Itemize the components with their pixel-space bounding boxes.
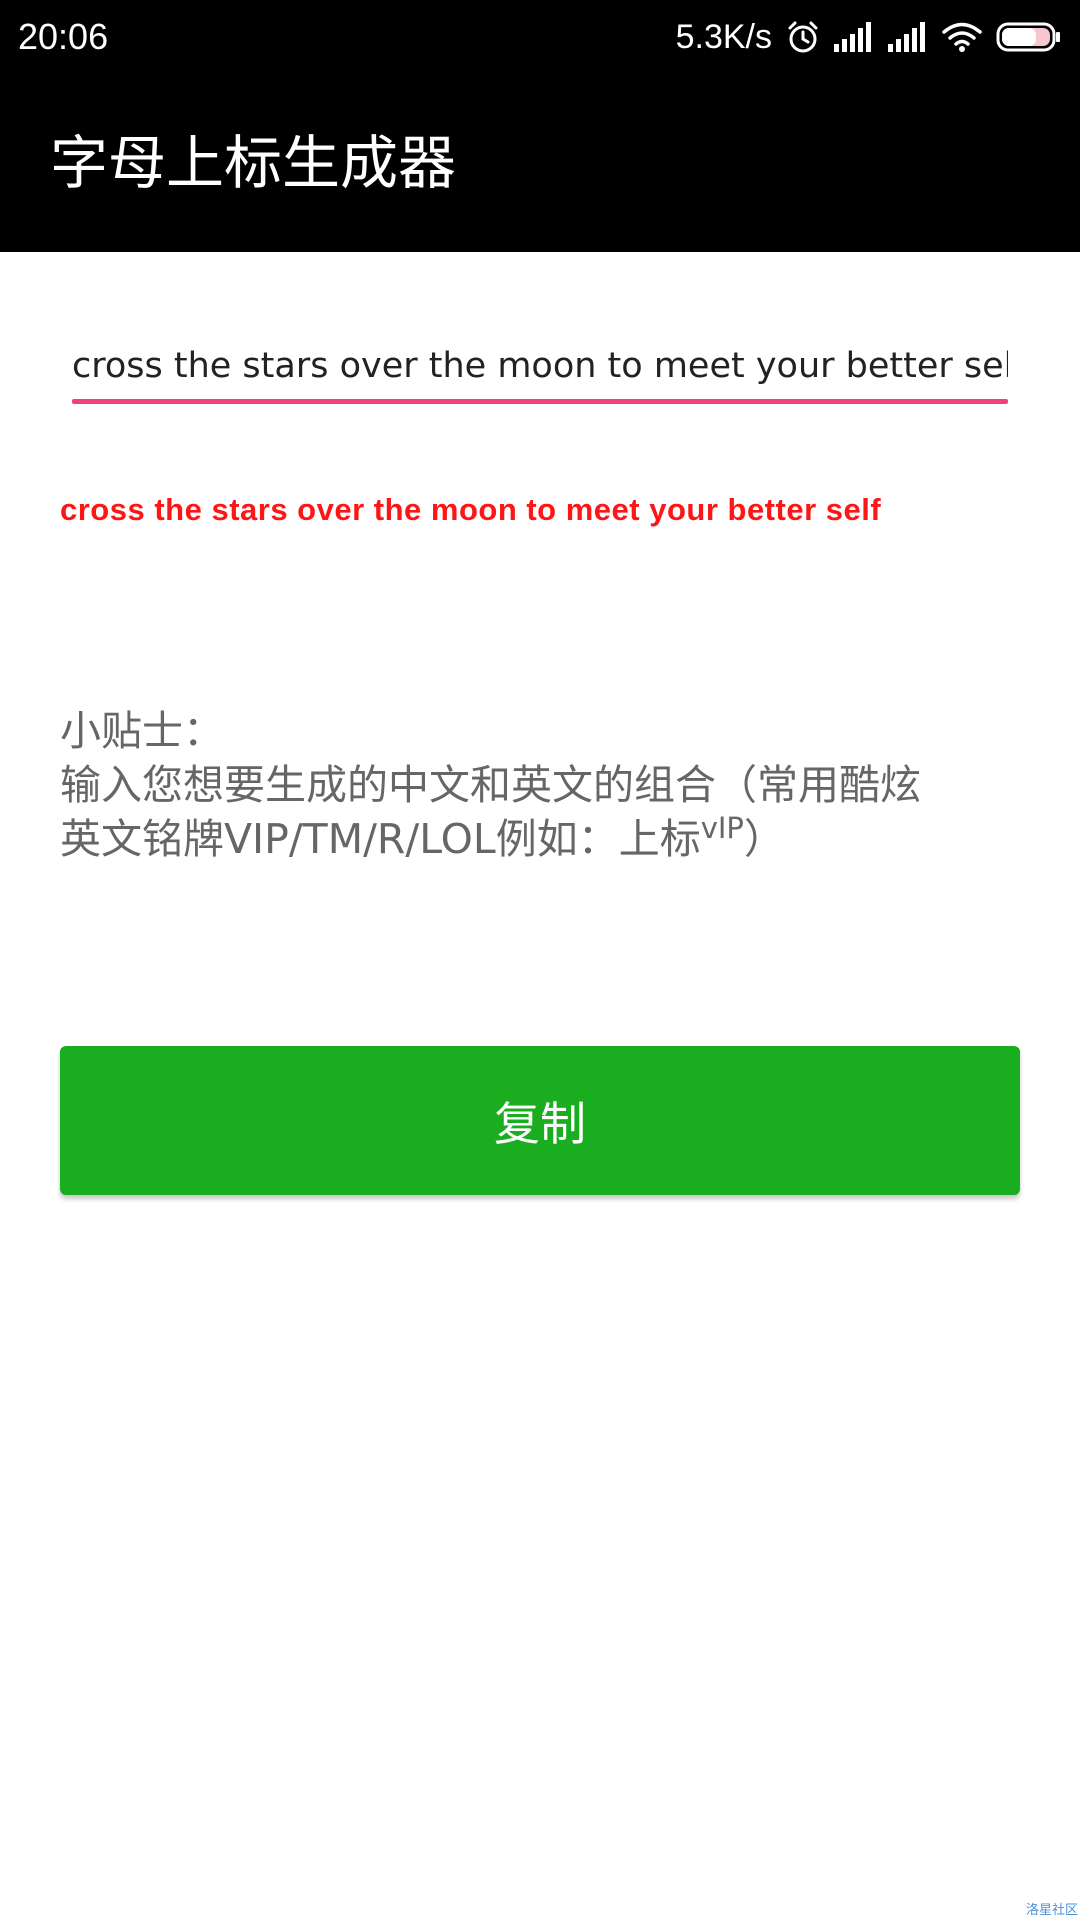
tips-block: 小贴士： 输入您想要生成的中文和英文的组合（常用酷炫 英文铭牌VIP/TM/R/… bbox=[60, 704, 1020, 866]
screen: 20:06 5.3K/s 字母上标生成器 cross the stars ove… bbox=[0, 0, 1080, 1920]
copy-button[interactable]: 复制 bbox=[60, 1046, 1020, 1195]
tips-line-2-prefix: 英文铭牌VIP/TM/R/LOL例如：上标 bbox=[60, 815, 701, 863]
tips-heading: 小贴士： bbox=[60, 707, 224, 755]
app-title: 字母上标生成器 bbox=[50, 129, 457, 197]
tips-line-2-suffix: ） bbox=[743, 815, 785, 863]
app-bar: 字母上标生成器 bbox=[0, 75, 1080, 252]
watermark: 洛星社区 bbox=[1025, 1903, 1078, 1918]
tips-superscript: vIP bbox=[700, 811, 744, 845]
alarm-icon bbox=[786, 20, 820, 54]
input-underline bbox=[72, 399, 1008, 404]
text-input[interactable] bbox=[72, 335, 1008, 397]
tips-line-1: 输入您想要生成的中文和英文的组合（常用酷炫 bbox=[60, 761, 921, 809]
text-input-container bbox=[72, 335, 1008, 407]
wifi-icon bbox=[942, 21, 982, 53]
tips-line-2: 英文铭牌VIP/TM/R/LOL例如：上标vIP） bbox=[60, 812, 1020, 866]
status-time: 20:06 bbox=[18, 16, 109, 57]
signal-icon bbox=[834, 22, 874, 52]
battery-icon bbox=[996, 22, 1062, 52]
generated-output-text: cross the stars over the moon to meet yo… bbox=[60, 492, 882, 527]
signal-icon bbox=[888, 22, 928, 52]
network-speed: 5.3K/s bbox=[675, 18, 772, 56]
status-bar: 20:06 5.3K/s bbox=[0, 0, 1080, 75]
status-icons: 5.3K/s bbox=[676, 14, 1062, 60]
